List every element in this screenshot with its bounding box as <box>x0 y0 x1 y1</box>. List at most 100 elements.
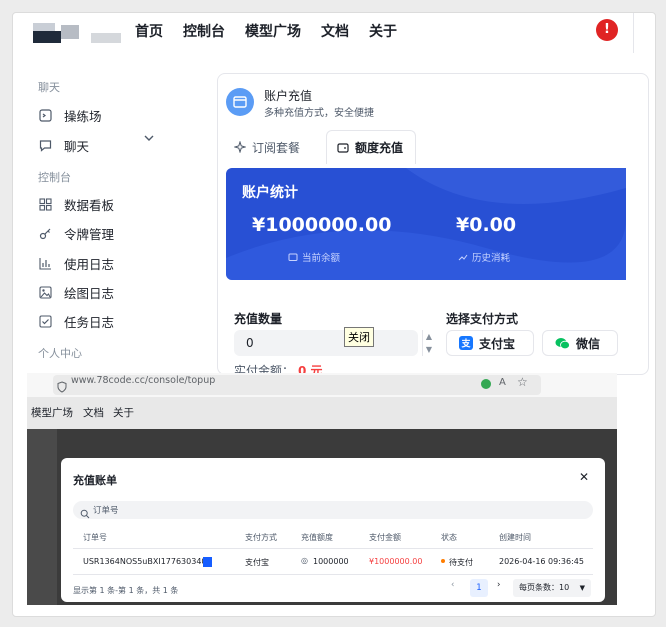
extension-icon[interactable] <box>481 379 491 389</box>
trend-icon <box>458 252 468 262</box>
paid-amount: ¥1000000.00 <box>369 557 423 566</box>
browser-url-bar: www.78code.cc/console/topup A ☆ <box>27 373 617 397</box>
created-time: 2026-04-16 09:36:45 <box>499 557 584 566</box>
coin-icon: ◎ <box>301 556 308 565</box>
quantity-stepper[interactable]: ▲ ▼ <box>422 330 435 356</box>
sidebar-section-personal: 个人中心 <box>38 347 82 360</box>
order-search-input[interactable]: 订单号 <box>73 501 593 519</box>
image-icon <box>38 285 52 299</box>
sidebar-item-label: 数据看板 <box>64 197 115 213</box>
account-stats-panel: 账户统计 ¥1000000.00 ¥0.00 当前余额 历史消耗 <box>226 168 626 280</box>
column-header-method: 支付方式 <box>245 533 277 542</box>
usage-value: ¥0.00 <box>456 214 517 236</box>
tab-bar: 订阅套餐 额度充值 <box>218 130 648 164</box>
star-icon[interactable]: ☆ <box>517 375 528 389</box>
page-size-select[interactable]: 每页条数：10 ▼ <box>513 579 591 597</box>
sidebar-item-task-log[interactable]: 任务日志 <box>38 309 173 333</box>
stepper-down-icon[interactable]: ▼ <box>423 343 435 356</box>
wallet-icon <box>226 88 254 116</box>
pagination-summary: 显示第 1 条-第 1 条，共 1 条 <box>73 586 179 595</box>
nav-divider <box>633 13 634 53</box>
status-badge: 待支付 <box>449 558 473 567</box>
wallet-icon <box>337 142 349 154</box>
dashboard-icon <box>38 197 52 211</box>
sidebar-item-playground[interactable]: 操练场 <box>38 103 173 127</box>
stepper-up-icon[interactable]: ▲ <box>423 330 435 343</box>
divider <box>73 574 593 575</box>
translate-icon[interactable]: A <box>499 377 506 388</box>
url-text: www.78code.cc/console/topup <box>71 375 216 386</box>
topup-card: 账户充值 多种充值方式，安全便捷 订阅套餐 额度充值 账户统计 ¥1000000… <box>217 73 649 375</box>
nav-about[interactable]: 关于 <box>369 21 397 41</box>
shield-icon <box>57 378 67 397</box>
sidebar-item-tokens[interactable]: 令牌管理 <box>38 221 173 245</box>
close-tooltip: 关闭 <box>344 327 374 347</box>
usage-label: 历史消耗 <box>458 250 510 264</box>
bar-chart-icon <box>38 256 52 270</box>
sidebar-section-chat: 聊天 <box>38 81 60 94</box>
tab-quota-topup[interactable]: 额度充值 <box>326 130 416 164</box>
task-icon <box>38 314 52 328</box>
chevron-down-icon[interactable] <box>143 129 157 143</box>
nav-docs[interactable]: 文档 <box>83 405 104 420</box>
column-header-created: 创建时间 <box>499 533 531 542</box>
svg-text:支: 支 <box>460 338 471 350</box>
column-header-amount: 充值额度 <box>301 533 333 542</box>
tab-label: 额度充值 <box>355 141 404 155</box>
app-window: 首页 控制台 模型广场 文档 关于 ! 聊天 操练场 聊天 控制台 数据看板 令… <box>12 12 656 617</box>
billing-modal: 充值账单 ✕ 订单号 订单号 支付方式 充值额度 支付金额 状态 创建时间 US… <box>61 458 605 602</box>
card-subtitle: 多种充值方式，安全便捷 <box>264 108 374 119</box>
sidebar-item-label: 绘图日志 <box>64 285 115 301</box>
sidebar: 聊天 操练场 聊天 控制台 数据看板 令牌管理 使用日志 绘图日志 任务日志 个… <box>13 63 213 373</box>
page-number[interactable]: 1 <box>470 579 488 597</box>
column-header-status: 状态 <box>441 533 457 542</box>
close-icon[interactable]: ✕ <box>579 470 589 484</box>
billing-screenshot: www.78code.cc/console/topup A ☆ 模型广场 文档 … <box>27 373 617 605</box>
nav-about[interactable]: 关于 <box>113 405 134 420</box>
sidebar-item-drawing-log[interactable]: 绘图日志 <box>38 280 173 304</box>
tab-subscription[interactable]: 订阅套餐 <box>234 130 300 164</box>
quantity-input[interactable] <box>234 330 418 356</box>
prev-page-icon[interactable]: ‹ <box>451 580 454 590</box>
sparkle-icon <box>234 141 246 153</box>
modal-title: 充值账单 <box>73 474 117 487</box>
next-page-icon[interactable]: › <box>497 580 500 590</box>
tab-label: 订阅套餐 <box>252 140 301 155</box>
wallet-icon <box>288 252 298 262</box>
nav-docs[interactable]: 文档 <box>321 21 349 41</box>
column-header-order: 订单号 <box>83 533 107 542</box>
sidebar-item-dashboard[interactable]: 数据看板 <box>38 192 173 216</box>
balance-label: 当前余额 <box>288 250 340 264</box>
search-placeholder: 订单号 <box>93 506 119 516</box>
nav-models[interactable]: 模型广场 <box>245 21 301 41</box>
screenshot-nav: 模型广场 文档 关于 <box>27 397 617 429</box>
wechat-icon <box>555 337 570 350</box>
quantity-label: 充值数量 <box>234 312 283 326</box>
dimmed-page-area <box>27 429 57 605</box>
copy-icon[interactable] <box>203 557 212 567</box>
nav-models[interactable]: 模型广场 <box>31 405 73 420</box>
sidebar-item-label: 任务日志 <box>64 314 115 330</box>
order-number: USR1364NOS5uBXI1776303405 <box>83 557 212 566</box>
sidebar-item-usage-log[interactable]: 使用日志 <box>38 251 173 275</box>
stats-title: 账户统计 <box>242 185 298 201</box>
sidebar-item-label: 使用日志 <box>64 256 115 272</box>
payment-method: 支付宝 <box>245 558 269 567</box>
alert-circle-icon[interactable]: ! <box>596 19 618 41</box>
nav-console[interactable]: 控制台 <box>183 21 225 41</box>
sidebar-item-label: 令牌管理 <box>64 226 115 242</box>
sidebar-item-label: 聊天 <box>64 138 90 154</box>
alipay-button[interactable]: 支 支付宝 <box>446 330 534 356</box>
topup-amount: 1000000 <box>313 557 349 566</box>
column-header-paid: 支付金额 <box>369 533 401 542</box>
card-title: 账户充值 <box>264 89 313 103</box>
search-icon <box>80 504 90 523</box>
nav-home[interactable]: 首页 <box>135 21 163 41</box>
top-nav: 首页 控制台 模型广场 文档 关于 ! <box>13 13 655 63</box>
wechat-pay-button[interactable]: 微信 <box>542 330 618 356</box>
chevron-down-icon: ▼ <box>579 584 585 592</box>
divider <box>73 548 593 549</box>
playground-icon <box>38 108 52 122</box>
key-icon <box>38 226 52 240</box>
balance-value: ¥1000000.00 <box>252 214 392 236</box>
